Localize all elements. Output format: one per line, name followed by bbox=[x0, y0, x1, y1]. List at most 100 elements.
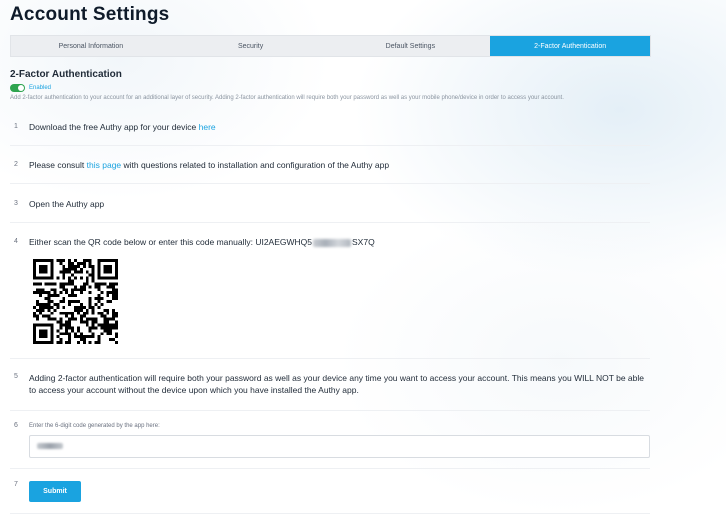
qr-module bbox=[50, 338, 54, 342]
qr-module bbox=[97, 282, 101, 286]
qr-module bbox=[62, 311, 66, 315]
qr-module bbox=[59, 300, 63, 303]
qr-module bbox=[74, 294, 77, 298]
qr-module bbox=[65, 291, 69, 295]
this-page-link[interactable]: this page bbox=[87, 160, 122, 170]
qr-module bbox=[56, 335, 60, 339]
qr-module bbox=[65, 288, 69, 292]
qr-module bbox=[82, 288, 86, 292]
qr-module bbox=[33, 311, 36, 315]
qr-module bbox=[56, 276, 60, 280]
qr-module bbox=[41, 288, 45, 292]
qr-module bbox=[97, 288, 101, 292]
qr-module bbox=[71, 282, 75, 286]
qr-module bbox=[103, 314, 107, 318]
qr-module bbox=[62, 267, 66, 271]
qr-module bbox=[35, 300, 39, 303]
qr-module bbox=[106, 332, 110, 336]
tab-security[interactable]: Security bbox=[171, 36, 331, 56]
tab-personal-information[interactable]: Personal Information bbox=[11, 36, 171, 56]
qr-module bbox=[88, 317, 92, 321]
redacted-code-segment bbox=[313, 238, 351, 247]
divider bbox=[10, 183, 650, 184]
qr-module bbox=[33, 267, 36, 271]
qr-module bbox=[47, 314, 51, 318]
qr-module bbox=[109, 329, 113, 333]
qr-module bbox=[115, 314, 118, 318]
qr-module bbox=[100, 259, 104, 262]
qr-module bbox=[71, 294, 75, 298]
qr-module bbox=[44, 329, 48, 333]
qr-module bbox=[85, 259, 89, 262]
qr-module bbox=[97, 276, 101, 280]
qr-module bbox=[115, 261, 118, 265]
qr-module bbox=[76, 335, 80, 339]
qr-module bbox=[97, 335, 101, 339]
qr-module bbox=[109, 317, 113, 321]
qr-module bbox=[115, 332, 118, 336]
qr-module bbox=[38, 264, 42, 268]
qr-module bbox=[91, 276, 95, 280]
qr-module bbox=[41, 335, 45, 339]
settings-page: Account Settings Personal Information Se… bbox=[0, 0, 726, 517]
qr-module bbox=[97, 311, 101, 315]
tab-2-factor-authentication[interactable]: 2-Factor Authentication bbox=[490, 36, 650, 56]
qr-module bbox=[79, 261, 83, 265]
tab-default-settings[interactable]: Default Settings bbox=[331, 36, 491, 56]
qr-module bbox=[85, 320, 89, 324]
qr-module bbox=[97, 341, 101, 344]
divider bbox=[10, 513, 650, 514]
qr-module bbox=[82, 261, 86, 265]
qr-module bbox=[103, 276, 107, 280]
qr-module bbox=[33, 261, 36, 265]
verification-code-input[interactable] bbox=[29, 435, 650, 458]
qr-module bbox=[103, 323, 107, 327]
qr-module bbox=[88, 302, 92, 306]
qr-module bbox=[109, 264, 113, 268]
qr-module bbox=[47, 341, 51, 344]
qr-module bbox=[85, 308, 89, 312]
2fa-enabled-toggle[interactable] bbox=[10, 84, 25, 92]
qr-module bbox=[106, 285, 110, 289]
qr-module bbox=[53, 294, 57, 298]
download-here-link[interactable]: here bbox=[199, 122, 216, 132]
qr-module bbox=[38, 335, 42, 339]
qr-module bbox=[79, 276, 83, 280]
qr-module bbox=[106, 270, 110, 274]
qr-code-image bbox=[33, 259, 118, 344]
qr-module bbox=[109, 276, 113, 280]
qr-module bbox=[94, 285, 98, 289]
qr-module bbox=[97, 338, 101, 342]
qr-module bbox=[47, 317, 51, 321]
qr-module bbox=[33, 338, 36, 342]
qr-module bbox=[106, 311, 110, 315]
qr-module bbox=[91, 311, 95, 315]
qr-module bbox=[106, 300, 110, 303]
qr-module bbox=[103, 329, 107, 333]
qr-module bbox=[103, 308, 107, 312]
qr-module bbox=[115, 267, 118, 271]
qr-module bbox=[97, 264, 101, 268]
qr-module bbox=[115, 341, 118, 344]
qr-module bbox=[91, 279, 95, 283]
submit-button[interactable]: Submit bbox=[29, 481, 81, 502]
qr-module bbox=[103, 326, 107, 330]
qr-module bbox=[97, 285, 101, 289]
qr-module bbox=[91, 326, 95, 330]
divider bbox=[10, 410, 650, 411]
qr-module bbox=[71, 291, 75, 295]
qr-module bbox=[88, 300, 92, 303]
redacted-input-value bbox=[37, 443, 63, 449]
qr-module bbox=[59, 320, 63, 324]
qr-module bbox=[97, 297, 101, 301]
qr-module bbox=[50, 261, 54, 265]
qr-module bbox=[115, 297, 118, 301]
qr-module bbox=[71, 317, 75, 321]
qr-module bbox=[47, 300, 51, 303]
qr-module bbox=[33, 264, 36, 268]
qr-module bbox=[59, 261, 63, 265]
qr-module bbox=[91, 317, 95, 321]
qr-module bbox=[44, 314, 48, 318]
qr-module bbox=[106, 259, 110, 262]
step-number: 6 bbox=[14, 422, 18, 429]
